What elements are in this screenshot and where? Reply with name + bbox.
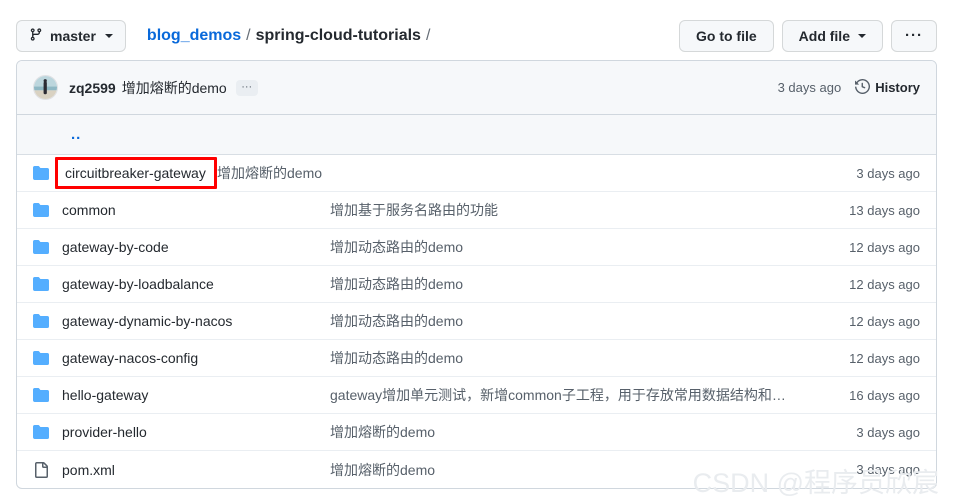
- file-list-container: zq2599 增加熔断的demo ··· 3 days ago History …: [16, 60, 937, 489]
- file-relative-time: 12 days ago: [849, 276, 920, 292]
- folder-icon: [33, 239, 49, 255]
- add-file-label: Add file: [798, 27, 850, 44]
- latest-commit-bar: zq2599 增加熔断的demo ··· 3 days ago History: [17, 61, 936, 115]
- breadcrumb-current-folder: spring-cloud-tutorials: [255, 26, 421, 44]
- table-row: gateway-dynamic-by-nacos 增加动态路由的demo 12 da…: [17, 303, 936, 340]
- parent-directory-row[interactable]: ..: [17, 115, 936, 155]
- table-row: gateway-nacos-config 增加动态路由的demo 12 days a…: [17, 340, 936, 377]
- file-relative-time: 12 days ago: [849, 313, 920, 329]
- commit-author-link[interactable]: zq2599: [69, 80, 116, 96]
- file-relative-time: 13 days ago: [849, 202, 920, 218]
- folder-icon: [33, 424, 49, 440]
- file-rows: circuitbreaker-gateway 增加熔断的demo 3 days ag…: [17, 155, 936, 488]
- commit-relative-time: 3 days ago: [777, 80, 842, 95]
- repo-file-browser: master blog_demos / spring-cloud-tutoria…: [0, 0, 953, 501]
- branch-name-label: master: [50, 27, 96, 44]
- parent-directory-link[interactable]: ..: [71, 127, 81, 142]
- chevron-down-icon: [858, 33, 866, 38]
- file-relative-time: 3 days ago: [856, 462, 920, 477]
- file-name-link[interactable]: gateway-nacos-config: [62, 350, 330, 366]
- branch-selector-button[interactable]: master: [16, 19, 126, 52]
- table-row: gateway-by-code 增加动态路由的demo 12 days ago: [17, 229, 936, 266]
- history-label: History: [875, 80, 920, 95]
- file-icon: [33, 461, 49, 478]
- file-commit-message[interactable]: 增加动态路由的demo: [330, 311, 812, 331]
- avatar[interactable]: [33, 75, 58, 100]
- history-clock-icon: [855, 78, 871, 97]
- repo-toolbar: master blog_demos / spring-cloud-tutoria…: [16, 0, 937, 60]
- file-relative-time: 3 days ago: [856, 424, 920, 440]
- file-commit-message[interactable]: 增加熔断的demo: [217, 163, 812, 183]
- breadcrumb-owner-link[interactable]: blog_demos: [147, 27, 241, 45]
- file-name-link[interactable]: provider-hello: [62, 424, 330, 440]
- go-to-file-button[interactable]: Go to file: [678, 19, 774, 52]
- file-relative-time: 16 days ago: [849, 387, 920, 403]
- file-commit-message[interactable]: 增加动态路由的demo: [330, 237, 812, 257]
- toolbar-actions: Go to file Add file ···: [678, 19, 937, 52]
- file-relative-time: 12 days ago: [849, 350, 920, 366]
- table-row: pom.xml 增加熔断的demo 3 days ago: [17, 451, 936, 488]
- table-row: provider-hello 增加熔断的demo 3 days ago: [17, 414, 936, 451]
- table-row: common 增加基于服务名路由的功能 13 days ago: [17, 192, 936, 229]
- git-branch-icon: [29, 27, 43, 45]
- add-file-button[interactable]: Add file: [781, 19, 883, 52]
- chevron-down-icon: [104, 33, 113, 38]
- file-name-link[interactable]: gateway-by-code: [62, 239, 330, 255]
- commit-meta: 3 days ago History: [777, 78, 920, 97]
- expand-commit-button[interactable]: ···: [235, 79, 258, 96]
- table-row: hello-gateway gateway增加单元测试，新增common子工程，用…: [17, 377, 936, 414]
- folder-icon: [33, 202, 49, 218]
- file-relative-time: 12 days ago: [849, 239, 920, 255]
- table-row: circuitbreaker-gateway 增加熔断的demo 3 days ag…: [17, 155, 936, 192]
- file-commit-message[interactable]: 增加动态路由的demo: [330, 348, 812, 368]
- folder-icon: [33, 313, 49, 329]
- more-options-button[interactable]: ···: [891, 19, 937, 52]
- folder-icon: [33, 350, 49, 366]
- breadcrumb-separator-2: /: [425, 26, 431, 44]
- folder-icon: [33, 387, 49, 403]
- table-row: gateway-by-loadbalance 增加动态路由的demo 12 days…: [17, 266, 936, 303]
- file-commit-message[interactable]: 增加熔断的demo: [330, 422, 812, 442]
- file-name-link[interactable]: circuitbreaker-gateway: [55, 157, 217, 189]
- file-relative-time: 3 days ago: [856, 165, 920, 181]
- file-name-link[interactable]: gateway-by-loadbalance: [62, 276, 330, 292]
- file-commit-message[interactable]: 增加熔断的demo: [330, 460, 812, 480]
- file-commit-message[interactable]: 增加动态路由的demo: [330, 274, 812, 294]
- file-name-link[interactable]: gateway-dynamic-by-nacos: [62, 313, 330, 329]
- breadcrumb: blog_demos / spring-cloud-tutorials /: [147, 27, 435, 45]
- file-name-link[interactable]: common: [62, 202, 330, 218]
- history-link[interactable]: History: [855, 78, 920, 97]
- breadcrumb-separator-1: /: [246, 26, 251, 44]
- file-commit-message[interactable]: gateway增加单元测试，新增common子工程，用于存放常用数据结构和常量: [330, 385, 812, 405]
- file-commit-message[interactable]: 增加基于服务名路由的功能: [330, 200, 812, 220]
- file-name-link[interactable]: hello-gateway: [62, 387, 330, 403]
- folder-icon: [33, 165, 49, 181]
- file-name-link[interactable]: pom.xml: [62, 462, 330, 478]
- commit-message-link[interactable]: 增加熔断的demo: [122, 78, 227, 98]
- folder-icon: [33, 276, 49, 292]
